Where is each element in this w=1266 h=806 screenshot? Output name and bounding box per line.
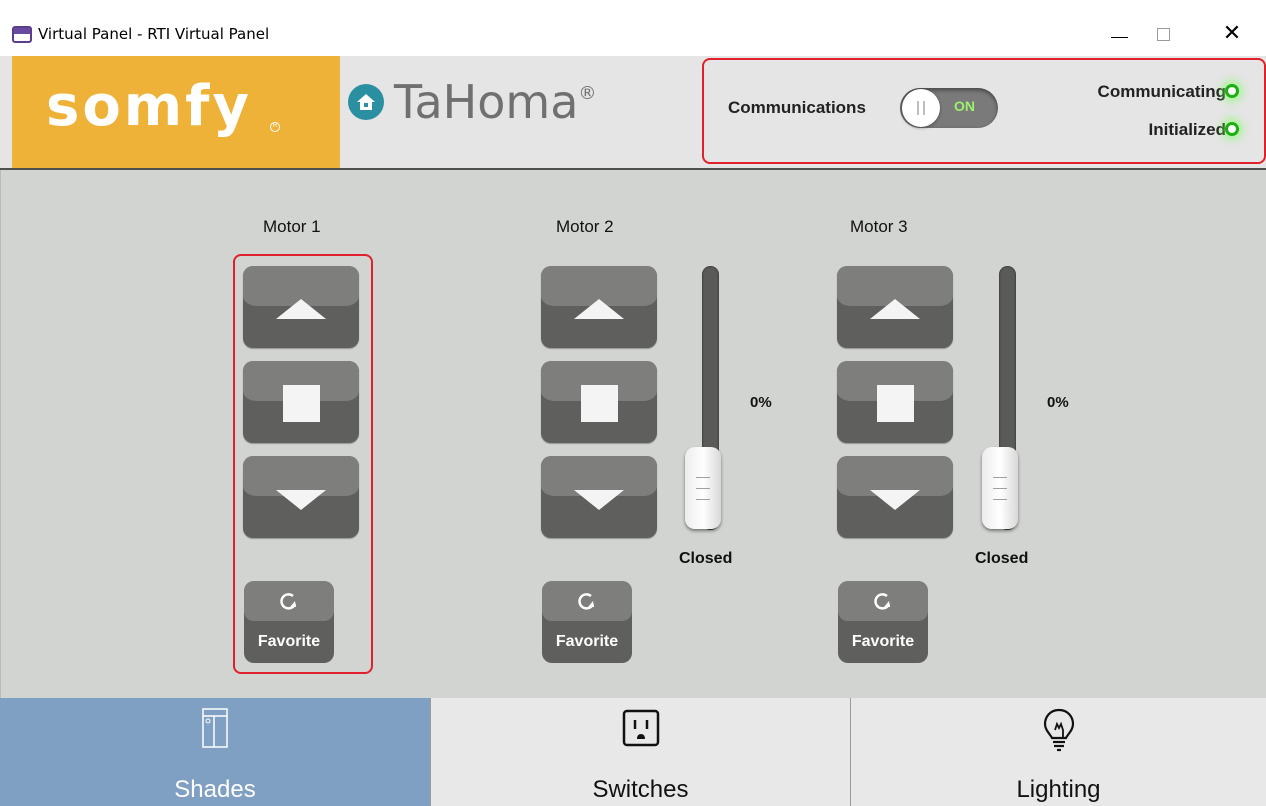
motor-2-slider-handle[interactable] <box>685 447 721 529</box>
motor-1-title: Motor 1 <box>263 217 321 236</box>
minimize-icon <box>1110 36 1128 38</box>
down-arrow-icon <box>276 490 326 510</box>
maximize-icon <box>1156 27 1170 41</box>
lightbulb-icon <box>851 708 1266 752</box>
favorite-label: Favorite <box>851 633 915 650</box>
toggle-state-label: ON <box>954 98 975 114</box>
favorite-label: Favorite <box>257 633 321 650</box>
communications-toggle[interactable]: ON <box>900 88 998 128</box>
tab-shades[interactable]: Shades <box>0 698 430 806</box>
down-arrow-icon <box>574 490 624 510</box>
motor-2-title: Motor 2 <box>556 217 614 236</box>
maximize-button[interactable] <box>1140 18 1186 50</box>
refresh-icon <box>542 591 632 618</box>
motor-3-position-percent: 0% <box>1047 394 1069 411</box>
somfy-wordmark: somfy <box>46 74 253 139</box>
communicating-led-icon <box>1225 84 1239 98</box>
refresh-icon <box>838 591 928 618</box>
status-communicating-label: Communicating <box>1097 82 1226 101</box>
app-icon <box>12 26 32 43</box>
toggle-knob-icon <box>902 89 940 127</box>
down-arrow-icon <box>870 490 920 510</box>
shades-icon <box>0 708 430 748</box>
motor-3-up-button[interactable] <box>837 266 953 348</box>
tab-lighting-label: Lighting <box>1016 776 1101 803</box>
registered-mark-icon: R <box>270 122 280 132</box>
motor-2-position-state: Closed <box>679 550 733 567</box>
stop-icon <box>282 384 320 422</box>
refresh-icon <box>244 591 334 618</box>
somfy-logo: somfy R <box>12 56 340 168</box>
motor-3-title: Motor 3 <box>850 217 908 236</box>
tab-switches-label: Switches <box>592 776 689 803</box>
stop-icon <box>876 384 914 422</box>
outlet-icon <box>431 708 850 748</box>
communications-label: Communications <box>728 98 866 117</box>
tab-shades-label: Shades <box>174 776 256 803</box>
stop-icon <box>580 384 618 422</box>
motor-2-down-button[interactable] <box>541 456 657 538</box>
motor-1-down-button[interactable] <box>243 456 359 538</box>
close-icon: ✕ <box>1222 21 1242 46</box>
bottom-tab-bar: Shades Switches Lighting <box>0 698 1266 806</box>
house-icon <box>348 84 384 120</box>
favorite-label: Favorite <box>555 633 619 650</box>
header-band: somfy R TaHoma® Communications ON Commun… <box>0 56 1266 170</box>
up-arrow-icon <box>574 299 624 319</box>
status-initialized-label: Initialized <box>1148 120 1226 139</box>
minimize-button[interactable] <box>1096 18 1142 50</box>
shades-panel: Motor 1 Favorite Motor 2 0% Closed Favor… <box>0 170 1266 698</box>
up-arrow-icon <box>276 299 326 319</box>
up-arrow-icon <box>870 299 920 319</box>
motor-3-favorite-button[interactable]: Favorite <box>838 581 928 663</box>
tab-switches[interactable]: Switches <box>430 698 850 806</box>
motor-1-favorite-button[interactable]: Favorite <box>244 581 334 663</box>
motor-2-favorite-button[interactable]: Favorite <box>542 581 632 663</box>
motor-3-down-button[interactable] <box>837 456 953 538</box>
motor-2-up-button[interactable] <box>541 266 657 348</box>
motor-3-position-state: Closed <box>975 550 1029 567</box>
motor-2-position-percent: 0% <box>750 394 772 411</box>
motor-3-slider-handle[interactable] <box>982 447 1018 529</box>
tahoma-wordmark: TaHoma® <box>394 75 597 129</box>
tab-lighting[interactable]: Lighting <box>850 698 1266 806</box>
motor-1-stop-button[interactable] <box>243 361 359 443</box>
motor-2-stop-button[interactable] <box>541 361 657 443</box>
motor-1-up-button[interactable] <box>243 266 359 348</box>
tahoma-logo: TaHoma® <box>348 72 596 132</box>
window-title: Virtual Panel - RTI Virtual Panel <box>38 25 270 43</box>
motor-3-stop-button[interactable] <box>837 361 953 443</box>
window-titlebar[interactable]: Virtual Panel - RTI Virtual Panel ✕ <box>0 0 1266 56</box>
initialized-led-icon <box>1225 122 1239 136</box>
close-button[interactable]: ✕ <box>1209 18 1255 50</box>
